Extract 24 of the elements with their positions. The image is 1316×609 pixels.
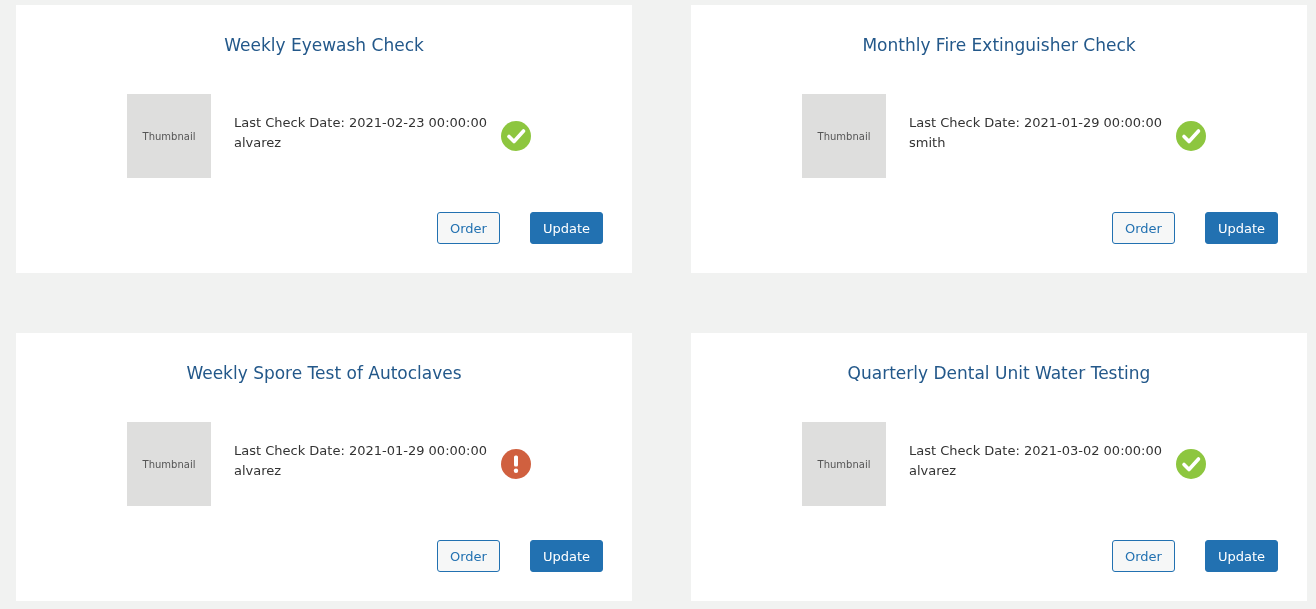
card-title: Weekly Eyewash Check [223,34,425,57]
order-button[interactable]: Order [1111,540,1175,572]
order-button[interactable]: Order [436,212,500,244]
update-button[interactable]: Update [1204,540,1278,572]
user-name: smith [909,134,947,152]
user-name: alvarez [234,462,283,480]
user-name: alvarez [234,134,283,152]
thumbnail: Thumbnail [802,94,886,178]
order-button[interactable]: Order [1111,212,1175,244]
update-button[interactable]: Update [529,212,603,244]
card-title: Weekly Spore Test of Autoclaves [185,362,463,385]
update-button[interactable]: Update [1204,212,1278,244]
last-check-date: Last Check Date: 2021-01-29 00:00:00 [909,114,1163,132]
card-title: Monthly Fire Extinguisher Check [861,34,1137,57]
update-button[interactable]: Update [529,540,603,572]
thumbnail: Thumbnail [127,94,211,178]
last-check-date: Last Check Date: 2021-01-29 00:00:00 [234,442,488,460]
thumbnail: Thumbnail [802,422,886,506]
user-name: alvarez [909,462,958,480]
thumbnail: Thumbnail [127,422,211,506]
order-button[interactable]: Order [436,540,500,572]
last-check-date: Last Check Date: 2021-02-23 00:00:00 [234,114,488,132]
last-check-date: Last Check Date: 2021-03-02 00:00:00 [909,442,1163,460]
card-title: Quarterly Dental Unit Water Testing [846,362,1152,385]
